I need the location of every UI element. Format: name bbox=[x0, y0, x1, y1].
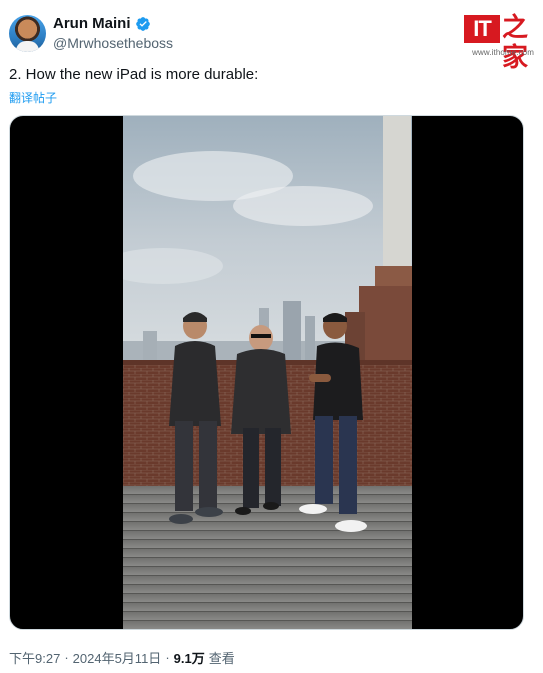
author-handle[interactable]: @Mrwhosetheboss bbox=[53, 35, 173, 51]
video-frame[interactable] bbox=[123, 116, 412, 629]
views-label: 查看 bbox=[208, 651, 235, 666]
ithome-logo-cn: 之家 bbox=[502, 13, 529, 73]
ithome-watermark: IT 之家 www.ithome.com bbox=[464, 13, 534, 73]
video-still-illustration bbox=[123, 116, 412, 629]
tweet-text: 2. How the new iPad is more durable: bbox=[9, 66, 259, 83]
views-count: 9.1万 bbox=[173, 651, 205, 666]
author-name[interactable]: Arun Maini bbox=[53, 15, 131, 32]
author-name-row[interactable]: Arun Maini bbox=[53, 15, 151, 32]
tweet-date[interactable]: 2024年5月11日 bbox=[73, 648, 162, 667]
verified-badge-icon bbox=[135, 16, 150, 31]
separator: · bbox=[64, 650, 69, 665]
video-player[interactable] bbox=[9, 115, 524, 630]
translate-link[interactable]: 翻译帖子 bbox=[9, 89, 57, 106]
separator: · bbox=[165, 650, 170, 665]
tweet-meta: 下午9:27 · 2024年5月11日 · 9.1万 查看 bbox=[9, 648, 235, 667]
ithome-logo-mark: IT bbox=[464, 15, 500, 43]
tweet-time[interactable]: 下午9:27 bbox=[9, 648, 60, 667]
tweet-header: Arun Maini @Mrwhosetheboss IT 之家 www.ith… bbox=[9, 12, 534, 73]
avatar[interactable] bbox=[9, 15, 46, 52]
ithome-url: www.ithome.com bbox=[472, 48, 534, 57]
